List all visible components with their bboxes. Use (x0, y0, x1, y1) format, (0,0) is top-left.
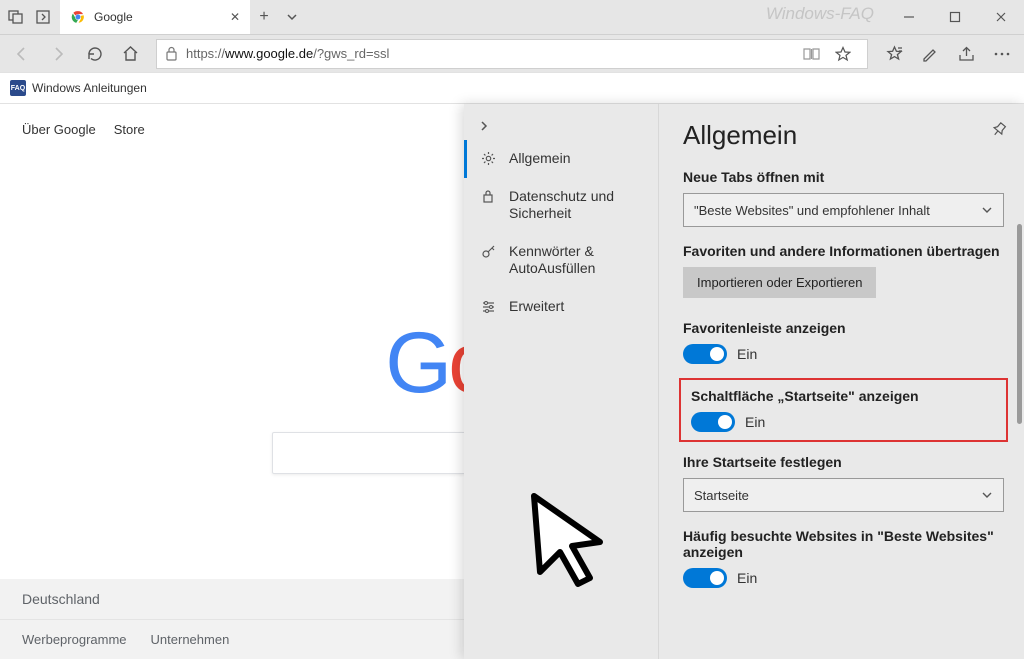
favbar-state: Ein (737, 346, 757, 362)
bookmark-item[interactable]: Windows Anleitungen (32, 81, 147, 95)
browser-tab[interactable]: Google ✕ (60, 0, 250, 34)
chevron-down-icon (981, 489, 993, 501)
topsites-label: Häufig besuchte Websites in "Beste Websi… (683, 528, 1004, 560)
collapse-nav-icon[interactable] (464, 112, 658, 140)
more-icon[interactable] (986, 38, 1018, 70)
set-aside-tabs-icon[interactable] (34, 7, 54, 27)
toolbar: https://www.google.de/?gws_rd=ssl (0, 34, 1024, 72)
back-button[interactable] (6, 38, 38, 70)
homepage-select[interactable]: Startseite (683, 478, 1004, 512)
pin-icon[interactable] (992, 122, 1008, 138)
reading-view-icon[interactable] (803, 47, 827, 61)
notes-icon[interactable] (914, 38, 946, 70)
sliders-icon (481, 299, 497, 314)
topsites-state: Ein (737, 570, 757, 586)
lock-icon (481, 189, 497, 204)
settings-panel: Allgemein Datenschutz und Sicherheit Ken… (464, 104, 1024, 659)
homebtn-toggle[interactable] (691, 412, 735, 432)
settings-title: Allgemein (683, 120, 1004, 151)
favbar-label: Favoritenleiste anzeigen (683, 320, 1004, 336)
topsites-toggle[interactable] (683, 568, 727, 588)
refresh-button[interactable] (78, 38, 110, 70)
tab-actions-icon[interactable] (6, 7, 26, 27)
key-icon (481, 244, 497, 259)
close-window-button[interactable] (978, 0, 1024, 34)
minimize-button[interactable] (886, 0, 932, 34)
nav-advanced[interactable]: Erweitert (464, 288, 658, 326)
tab-overflow-icon[interactable] (278, 0, 306, 34)
nav-privacy[interactable]: Datenschutz und Sicherheit (464, 178, 658, 233)
homebtn-state: Ein (745, 414, 765, 430)
scrollbar-thumb[interactable] (1017, 224, 1022, 424)
import-label: Favoriten und andere Informationen übert… (683, 243, 1004, 259)
new-tab-button[interactable]: + (250, 0, 278, 34)
favorites-icon[interactable] (878, 38, 910, 70)
content-area: Über Google Store Google Google-Su Deuts… (0, 104, 1024, 659)
settings-nav: Allgemein Datenschutz und Sicherheit Ken… (464, 104, 659, 659)
address-bar[interactable]: https://www.google.de/?gws_rd=ssl (156, 39, 868, 69)
nav-passwords[interactable]: Kennwörter & AutoAusfüllen (464, 233, 658, 288)
home-button[interactable] (114, 38, 146, 70)
new-tabs-select[interactable]: "Beste Websites" und empfohlener Inhalt (683, 193, 1004, 227)
bookmark-favicon: FAQ (10, 80, 26, 96)
tab-title: Google (94, 10, 222, 24)
footer-business-link[interactable]: Unternehmen (151, 632, 230, 647)
favorite-star-icon[interactable] (835, 46, 859, 62)
favorites-bar: FAQ Windows Anleitungen (0, 72, 1024, 104)
tab-favicon (70, 9, 86, 25)
gear-icon (481, 151, 497, 166)
lock-icon (165, 46, 178, 61)
title-bar: Google ✕ + Windows-FAQ (0, 0, 1024, 34)
new-tabs-label: Neue Tabs öffnen mit (683, 169, 1004, 185)
tab-close-icon[interactable]: ✕ (230, 10, 240, 24)
google-about-link[interactable]: Über Google (22, 122, 96, 137)
homepage-label: Ihre Startseite festlegen (683, 454, 1004, 470)
footer-ads-link[interactable]: Werbeprogramme (22, 632, 127, 647)
url-text: https://www.google.de/?gws_rd=ssl (186, 46, 795, 61)
watermark-text: Windows-FAQ (766, 4, 874, 24)
nav-general[interactable]: Allgemein (464, 140, 658, 178)
settings-body: Allgemein Neue Tabs öffnen mit "Beste We… (659, 104, 1024, 659)
homebtn-label: Schaltfläche „Startseite" anzeigen (691, 388, 996, 404)
import-export-button[interactable]: Importieren oder Exportieren (683, 267, 876, 298)
highlighted-setting: Schaltfläche „Startseite" anzeigen Ein (679, 378, 1008, 442)
forward-button[interactable] (42, 38, 74, 70)
google-store-link[interactable]: Store (114, 122, 145, 137)
maximize-button[interactable] (932, 0, 978, 34)
share-icon[interactable] (950, 38, 982, 70)
favbar-toggle[interactable] (683, 344, 727, 364)
chevron-down-icon (981, 204, 993, 216)
